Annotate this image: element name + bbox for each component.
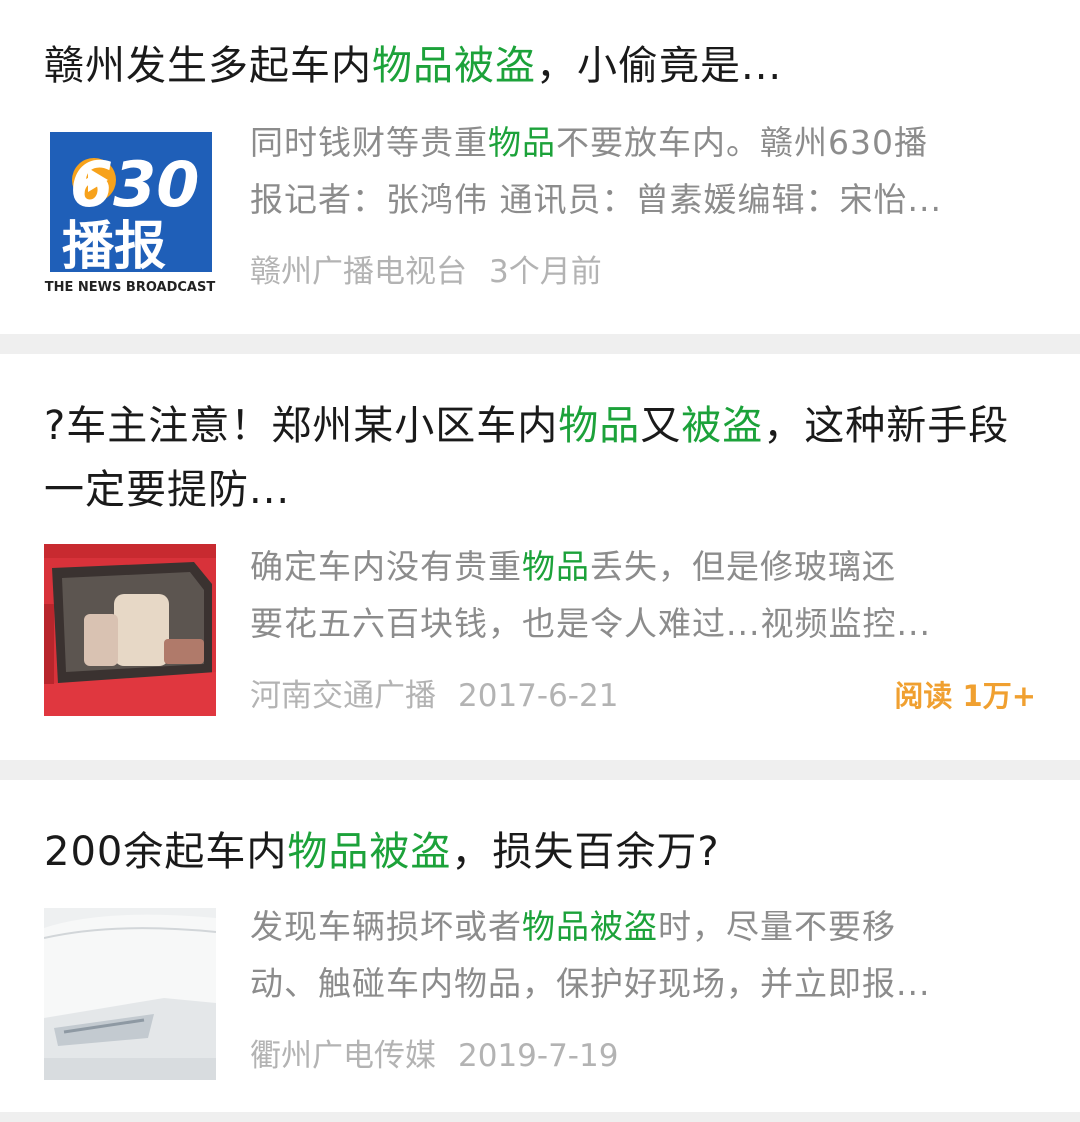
result-source: 河南交通广播 xyxy=(250,678,436,714)
snippet-segment: 不要放车内。赣州630播 xyxy=(556,123,928,162)
title-segment: ，小偷竟是... xyxy=(536,43,783,89)
result-snippet: 同时钱财等贵重物品不要放车内。赣州630播 报记者：张鸿伟 通讯员：曾素媛编辑：… xyxy=(250,114,1040,228)
snippet-line: 报记者：张鸿伟 通讯员：曾素媛编辑：宋怡... xyxy=(250,180,942,219)
snippet-line: 确定车内没有贵重物品丢失，但是修玻璃还 xyxy=(250,538,1040,595)
result-card[interactable]: 200余起车内物品被盗，损失百余万? 发现车辆损坏或者物品被盗时，尽量不要移 动… xyxy=(0,780,1080,1122)
result-snippet: 发现车辆损坏或者物品被盗时，尽量不要移 动、触碰车内物品，保护好现场，并立即报.… xyxy=(250,898,1040,1012)
title-highlight: 物品 xyxy=(558,403,641,449)
result-snippet: 确定车内没有贵重物品丢失，但是修玻璃还 要花五六百块钱，也是令人难过...视频监… xyxy=(250,538,1040,652)
title-segment: ?车主注意！郑州某小区车内 xyxy=(44,403,559,449)
title-highlight: 被盗 xyxy=(681,403,764,449)
result-time: 2019-7-19 xyxy=(458,1038,619,1074)
card-separator xyxy=(0,334,1080,354)
result-meta: 赣州广播电视台 3个月前 xyxy=(250,252,1036,292)
thumbnail-white-car xyxy=(44,908,216,1080)
snippet-line: 同时钱财等贵重物品不要放车内。赣州630播 xyxy=(250,114,1040,171)
title-highlight: 物品被盗 xyxy=(372,43,536,89)
snippet-segment: 同时钱财等贵重 xyxy=(250,123,488,162)
snippet-highlight: 物品 xyxy=(522,547,590,586)
card-separator xyxy=(0,760,1080,780)
result-time: 3个月前 xyxy=(489,254,602,290)
logo-chinese: 播报 xyxy=(62,217,166,277)
result-meta: 衢州广电传媒 2019-7-19 xyxy=(250,1036,1036,1076)
snippet-segment: 确定车内没有贵重 xyxy=(250,547,522,586)
thumbnail-630-logo: 630 播报 THE NEWS BROADCAST xyxy=(44,128,216,300)
snippet-segment: 时，尽量不要移 xyxy=(658,907,896,946)
card-separator xyxy=(0,1112,1080,1122)
title-segment: 200余起车内 xyxy=(44,829,288,875)
result-card[interactable]: ?车主注意！郑州某小区车内物品又被盗，这种新手段一定要提防... 确定车内没有贵… xyxy=(0,354,1080,760)
snippet-segment: 发现车辆损坏或者 xyxy=(250,907,522,946)
result-title[interactable]: ?车主注意！郑州某小区车内物品又被盗，这种新手段一定要提防... xyxy=(44,394,1034,522)
result-card[interactable]: 赣州发生多起车内物品被盗，小偷竟是... 630 播报 THE NEWS BRO… xyxy=(0,0,1080,334)
title-highlight: 物品被盗 xyxy=(287,829,452,875)
snippet-line: 发现车辆损坏或者物品被盗时，尽量不要移 xyxy=(250,898,1040,955)
snippet-highlight: 物品被盗 xyxy=(522,907,658,946)
result-meta: 河南交通广播 2017-6-21 阅读 1万+ xyxy=(250,676,1036,716)
result-source: 赣州广播电视台 xyxy=(250,254,467,290)
read-count: 阅读 1万+ xyxy=(894,679,1036,713)
thumbnail-car-photo xyxy=(44,544,216,716)
snippet-highlight: 物品 xyxy=(488,123,556,162)
snippet-line: 要花五六百块钱，也是令人难过...视频监控... xyxy=(250,604,931,643)
logo-caption: THE NEWS BROADCAST xyxy=(45,280,216,295)
snippet-line: 动、触碰车内物品，保护好现场，并立即报... xyxy=(250,964,931,1003)
snippet-segment: 丢失，但是修玻璃还 xyxy=(590,547,896,586)
result-title[interactable]: 200余起车内物品被盗，损失百余万? xyxy=(44,820,1034,884)
title-segment: ，损失百余万? xyxy=(451,829,720,875)
logo-number: 630 xyxy=(70,148,199,221)
result-title[interactable]: 赣州发生多起车内物品被盗，小偷竟是... xyxy=(44,34,1034,98)
result-source: 衢州广电传媒 xyxy=(250,1038,436,1074)
title-segment: 又 xyxy=(640,403,682,449)
result-time: 2017-6-21 xyxy=(458,678,619,714)
title-segment: 赣州发生多起车内 xyxy=(44,43,372,89)
